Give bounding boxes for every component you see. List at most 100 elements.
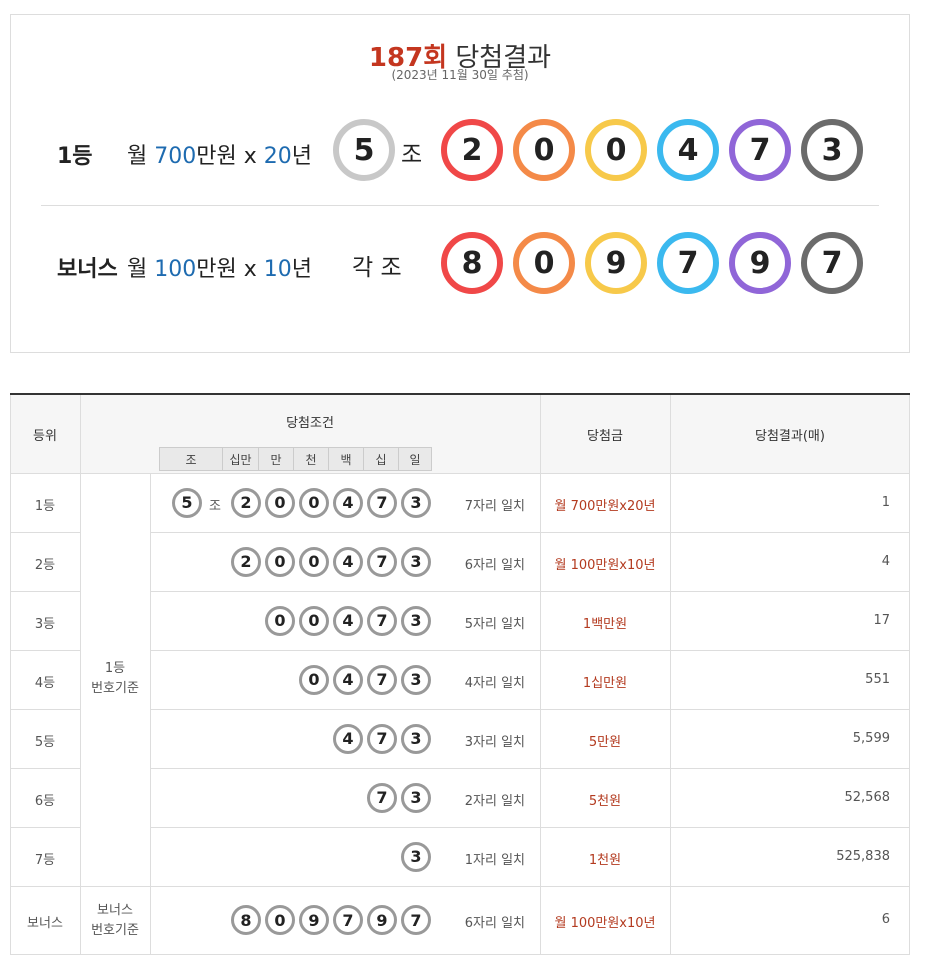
grid-line	[150, 768, 910, 769]
grid-line	[150, 827, 910, 828]
bonus-number-ball-2: 0	[513, 232, 575, 294]
number-ball: 2	[231, 546, 261, 577]
number-ball: 4	[333, 546, 363, 577]
draw-date: (2023년 11월 30일 추첨)	[391, 68, 529, 82]
prize-amount: 1백만원	[582, 616, 628, 632]
number-ball: 0	[299, 487, 329, 518]
rank-cell: 3등	[34, 616, 56, 632]
basis-first: 1등 번호기준	[91, 661, 139, 696]
winner-count: 52,568	[844, 789, 891, 805]
match-text: 6자리 일치	[464, 557, 525, 573]
bonus-number-ball-5: 9	[729, 232, 791, 294]
rank-cell: 6등	[34, 793, 56, 809]
number-ball: 7	[367, 782, 397, 813]
winner-count: 551	[865, 671, 890, 687]
number-ball: 0	[299, 605, 329, 636]
first-number-ball-6: 3	[801, 119, 863, 181]
number-ball: 8	[231, 905, 261, 935]
first-prize-label: 1등	[57, 144, 93, 169]
number-ball: 9	[367, 905, 397, 935]
number-ball: 0	[265, 546, 295, 577]
grid-line	[150, 709, 910, 710]
divider	[41, 205, 879, 206]
prize-amount: 월 100만원x10년	[554, 557, 656, 573]
number-ball: 7	[367, 723, 397, 754]
grid-line	[10, 709, 80, 710]
number-ball: 7	[367, 546, 397, 577]
prize-amount: 5만원	[588, 734, 622, 750]
first-number-ball-3: 0	[585, 119, 647, 181]
digit-header-jo: 조	[159, 447, 223, 471]
number-ball: 7	[367, 487, 397, 518]
match-text: 3자리 일치	[464, 734, 525, 750]
first-number-ball-2: 0	[513, 119, 575, 181]
number-ball: 4	[333, 664, 363, 695]
prize-table: 등위 당첨조건 당첨금 당첨결과(매) 조 십만 만 천 백 십 일 1등 번호…	[10, 393, 910, 955]
number-ball: 3	[401, 841, 431, 872]
header-result: 당첨결과(매)	[670, 395, 910, 473]
number-ball: 3	[401, 605, 431, 636]
match-text: 5자리 일치	[464, 616, 525, 632]
digit-header-10k: 만	[258, 447, 294, 471]
bonus-number-ball-4: 7	[657, 232, 719, 294]
digit-header-100: 백	[328, 447, 364, 471]
number-ball: 9	[299, 905, 329, 935]
bonus-prize-label: 보너스	[57, 257, 118, 282]
digit-header-1: 일	[398, 447, 432, 471]
first-group-ball: 5	[333, 119, 395, 181]
grid-line	[10, 650, 80, 651]
prize-amount: 1천원	[588, 852, 622, 868]
grid-line	[10, 954, 910, 955]
number-ball: 0	[265, 905, 295, 935]
grid-line	[10, 473, 910, 474]
number-ball: 3	[401, 487, 431, 518]
number-ball: 4	[333, 723, 363, 754]
match-text: 7자리 일치	[464, 498, 525, 514]
group-label: 조	[209, 498, 221, 514]
bonus-prize-amount: 월 100만원 x 10년	[127, 257, 312, 282]
header-prize: 당첨금	[540, 395, 670, 473]
grid-line	[10, 768, 80, 769]
number-ball: 7	[367, 605, 397, 636]
number-ball: 2	[231, 487, 261, 518]
bonus-number-ball-6: 7	[801, 232, 863, 294]
grid-line	[150, 532, 910, 533]
prize-amount: 5천원	[588, 793, 622, 809]
number-ball: 0	[299, 546, 329, 577]
number-ball: 7	[401, 905, 431, 935]
grid-line	[150, 591, 910, 592]
first-prize-row: 1등 월 700만원 x 20년 5 조 2 0 0 4 7 3	[11, 118, 909, 182]
first-group-label: 조	[401, 142, 423, 168]
basis-bonus: 보너스 번호기준	[91, 903, 139, 938]
number-ball: 7	[367, 664, 397, 695]
number-ball: 3	[401, 546, 431, 577]
number-ball: 3	[401, 723, 431, 754]
first-number-ball-4: 4	[657, 119, 719, 181]
match-text: 4자리 일치	[464, 675, 525, 691]
digit-header-1k: 천	[293, 447, 329, 471]
rank-cell: 5등	[34, 734, 56, 750]
winner-count: 525,838	[836, 848, 890, 864]
match-text: 2자리 일치	[464, 793, 525, 809]
first-prize-amount: 월 700만원 x 20년	[127, 144, 312, 169]
grid-line	[670, 395, 671, 955]
grid-line	[10, 886, 910, 887]
rank-cell: 2등	[34, 557, 56, 573]
prize-amount: 월 100만원x10년	[554, 916, 656, 931]
rank-cell: 보너스	[27, 916, 63, 931]
number-ball: 4	[333, 605, 363, 636]
winner-count: 1	[881, 494, 890, 510]
grid-line	[10, 532, 80, 533]
first-number-ball-1: 2	[441, 119, 503, 181]
number-ball: 3	[401, 664, 431, 695]
match-text: 6자리 일치	[464, 916, 525, 931]
prize-amount: 1십만원	[582, 675, 628, 691]
grid-line	[10, 591, 80, 592]
bonus-number-ball-3: 9	[585, 232, 647, 294]
grid-line	[909, 395, 910, 955]
header-rank: 등위	[10, 395, 80, 473]
winner-count: 17	[873, 612, 890, 628]
rank-cell: 4등	[34, 675, 56, 691]
prize-amount: 월 700만원x20년	[554, 498, 656, 514]
grid-line	[150, 473, 151, 955]
